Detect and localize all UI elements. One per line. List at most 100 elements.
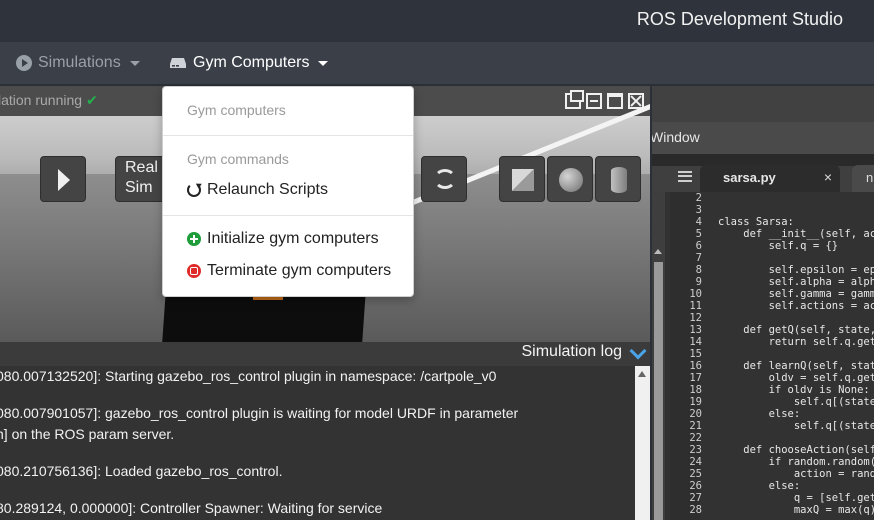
- line-number: 2: [695, 192, 702, 204]
- simulation-log-header[interactable]: Simulation log: [0, 342, 650, 366]
- plus-circle-icon: [187, 232, 201, 246]
- window-menu[interactable]: Window: [652, 129, 700, 145]
- code-line: 10 self.gamma = gamma: [670, 288, 874, 300]
- line-number: 20: [689, 408, 702, 420]
- window-controls: [565, 90, 644, 109]
- top-bar: ROS Development Studio: [0, 0, 874, 42]
- scroll-up-icon[interactable]: [638, 371, 646, 377]
- initialize-gym-label: Initialize gym computers: [207, 230, 379, 247]
- code-line: 7: [670, 252, 718, 264]
- code-line: 15: [670, 348, 718, 360]
- code-line: 5 def __init__(self, act: [670, 228, 874, 240]
- line-number: 28: [689, 504, 702, 516]
- refresh-icon: [187, 183, 201, 197]
- code-line: 4 class Sarsa:: [670, 216, 794, 228]
- code-text: if random.random(): [718, 456, 874, 468]
- code-text: self.q[(state,: [718, 420, 874, 432]
- log-scrollbar[interactable]: [635, 366, 650, 520]
- scroll-up-icon[interactable]: [654, 249, 662, 254]
- play-button[interactable]: [40, 156, 86, 202]
- code-text: self.alpha = alpha: [718, 276, 874, 288]
- code-text: self.actions = act: [718, 300, 874, 312]
- tab-label: sarsa.py: [723, 170, 776, 185]
- chevron-down-icon[interactable]: [629, 342, 647, 360]
- cube-icon: [512, 169, 534, 191]
- code-area[interactable]: 2 3 4 class Sarsa: 5 def __init__(self, act 6…: [670, 192, 874, 520]
- line-number: 23: [689, 444, 702, 456]
- code-line: 27 q = [self.getQ: [670, 492, 874, 504]
- dropdown-divider: [163, 135, 413, 136]
- code-line: 2: [670, 192, 718, 204]
- code-line: 9 self.alpha = alpha: [670, 276, 874, 288]
- simulation-status-text: lation running: [0, 92, 83, 108]
- line-number: 14: [689, 336, 702, 348]
- code-text: def __init__(self, act: [718, 228, 874, 240]
- terminate-gym-item[interactable]: Terminate gym computers: [187, 262, 407, 280]
- simulation-log: 080.007132520]: Starting gazebo_ros_cont…: [0, 366, 635, 520]
- line-number: 25: [689, 468, 702, 480]
- code-line: 11 self.actions = act: [670, 300, 874, 312]
- minimize-icon[interactable]: [586, 93, 602, 109]
- reset-button[interactable]: [421, 156, 467, 202]
- simulations-menu[interactable]: Simulations: [16, 42, 140, 84]
- code-text: maxQ = max(q): [718, 504, 874, 516]
- code-line: 3: [670, 204, 718, 216]
- code-text: self.q[(state,: [718, 396, 874, 408]
- line-number: 7: [695, 252, 702, 264]
- line-number: 9: [695, 276, 702, 288]
- brand-title: ROS Development Studio: [636, 9, 843, 29]
- insert-sphere-button[interactable]: [547, 156, 593, 202]
- code-line: 24 if random.random(): [670, 456, 874, 468]
- scrollbar-thumb[interactable]: [654, 262, 663, 520]
- code-text: class Sarsa:: [718, 216, 794, 228]
- line-number: 13: [689, 324, 702, 336]
- line-number: 17: [689, 372, 702, 384]
- log-line: 080.210756136]: Loaded gazebo_ros_contro…: [0, 463, 283, 479]
- code-text: oldv = self.q.get(: [718, 372, 874, 384]
- code-text: else:: [718, 408, 801, 420]
- tab-second[interactable]: n: [852, 165, 874, 192]
- restore-icon[interactable]: [565, 90, 584, 109]
- maximize-icon[interactable]: [607, 93, 623, 109]
- editor-toolbar: Window: [652, 122, 874, 154]
- code-line: 18 if oldv is None:: [670, 384, 869, 396]
- cylinder-icon: [611, 167, 627, 193]
- code-line: 13 def getQ(self, state,: [670, 324, 874, 336]
- code-line: 26 else:: [670, 480, 800, 492]
- list-icon[interactable]: [678, 171, 692, 182]
- simulations-menu-label: Simulations: [38, 54, 121, 71]
- play-circle-icon: [16, 55, 32, 71]
- gym-computers-menu[interactable]: Gym Computers: [169, 42, 329, 84]
- code-line: 21 self.q[(state,: [670, 420, 874, 432]
- code-text: action = rando: [718, 468, 874, 480]
- code-text: self.gamma = gamma: [718, 288, 874, 300]
- line-number: 24: [689, 456, 702, 468]
- insert-cylinder-button[interactable]: [595, 156, 641, 202]
- terminate-gym-label: Terminate gym computers: [207, 262, 392, 279]
- chevron-down-icon: [318, 60, 329, 66]
- menu-bar: Simulations Gym Computers: [0, 42, 874, 84]
- code-editor-panel: Window sarsa.py × n 2 3 4 class Sarsa: 5 def…: [652, 86, 874, 520]
- initialize-gym-item[interactable]: Initialize gym computers: [187, 230, 407, 248]
- code-text: self.q = {}: [718, 240, 839, 252]
- line-number: 10: [689, 288, 702, 300]
- code-text: def learnQ(self, state: [718, 360, 874, 372]
- chevron-down-icon: [129, 60, 140, 66]
- close-icon[interactable]: ×: [824, 169, 832, 185]
- log-line: 80.289124, 0.000000]: Controller Spawner…: [0, 500, 383, 516]
- line-number: 22: [689, 432, 702, 444]
- line-number: 21: [689, 420, 702, 432]
- code-text: def chooseAction(self,: [718, 444, 874, 456]
- gym-computers-dropdown: Gym computers Gym commands Relaunch Scri…: [162, 86, 414, 297]
- tab-sarsa-py[interactable]: sarsa.py ×: [700, 165, 840, 192]
- line-number: 5: [695, 228, 702, 240]
- simulation-log-title: Simulation log: [521, 343, 623, 360]
- line-number: 12: [689, 312, 702, 324]
- insert-box-button[interactable]: [499, 156, 545, 202]
- line-number: 27: [689, 492, 702, 504]
- code-line: 23 def chooseAction(self,: [670, 444, 874, 456]
- log-line: n] on the ROS param server.: [0, 426, 175, 442]
- relaunch-scripts-item[interactable]: Relaunch Scripts: [187, 181, 407, 199]
- code-line: 16 def learnQ(self, state: [670, 360, 874, 372]
- editor-scrollbar[interactable]: [652, 192, 665, 520]
